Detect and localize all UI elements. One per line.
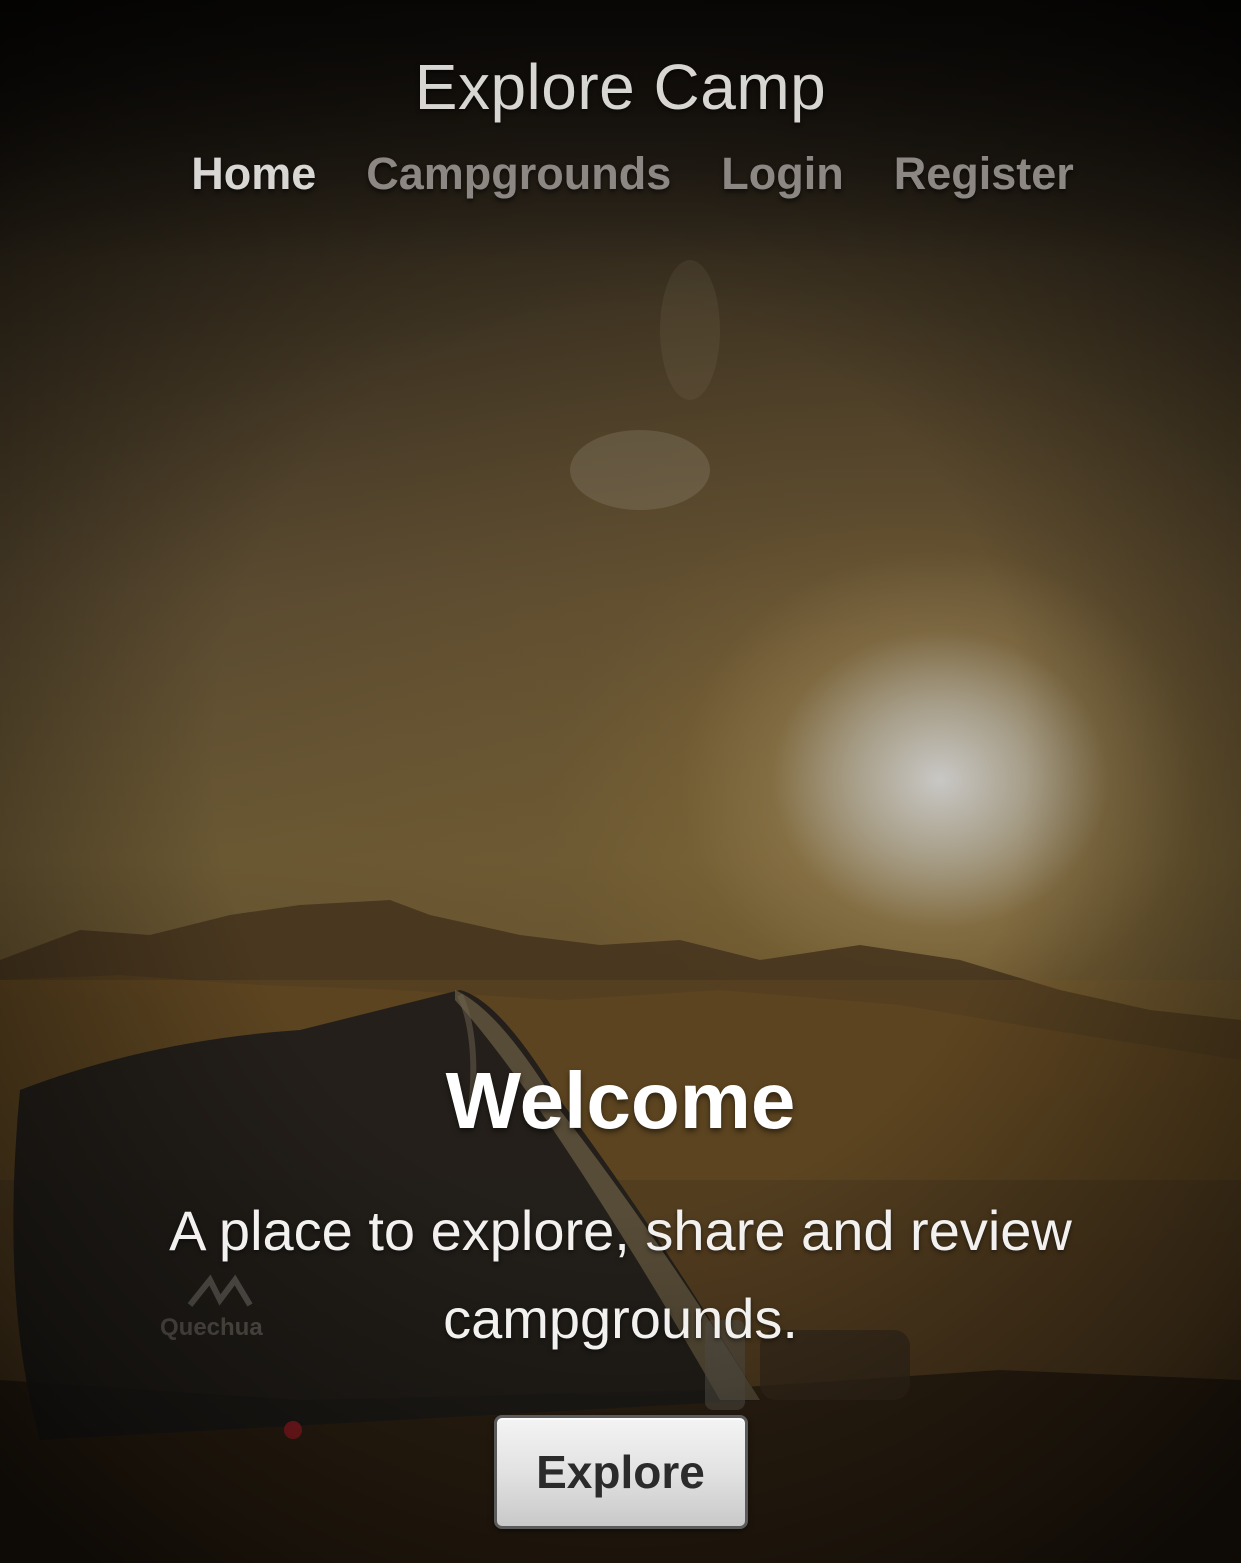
nav-link-campgrounds[interactable]: Campgrounds <box>366 148 671 200</box>
hero-lead: A place to explore, share and review cam… <box>169 1199 1072 1350</box>
hero-heading: Welcome <box>445 1056 796 1145</box>
header-shade <box>0 0 1241 260</box>
nav-link-login[interactable]: Login <box>721 148 843 200</box>
hero-section: Welcome A place to explore, share and re… <box>0 1055 1241 1529</box>
main-nav: Home Campgrounds Login Register <box>0 148 1241 200</box>
landing-page: Quechua Explore Camp Home Campgrounds Lo… <box>0 0 1241 1563</box>
explore-button[interactable]: Explore <box>493 1415 748 1529</box>
nav-link-register[interactable]: Register <box>894 148 1074 200</box>
brand-title: Explore Camp <box>414 51 827 123</box>
nav-link-home[interactable]: Home <box>191 148 316 200</box>
